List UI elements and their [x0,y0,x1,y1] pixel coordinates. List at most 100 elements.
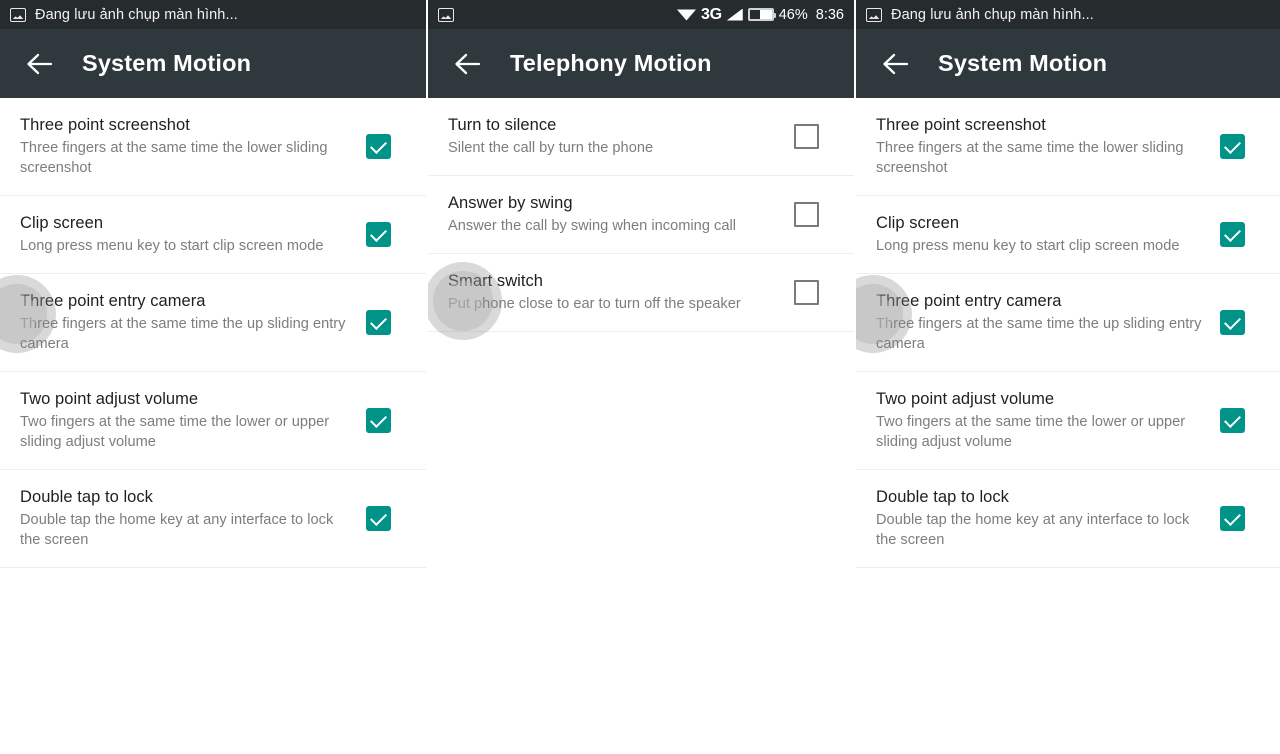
checkbox-checked[interactable] [365,506,391,531]
settings-row-texts: Turn to silence Silent the call by turn t… [448,100,778,173]
status-bar-left: Đang lưu ảnh chụp màn hình... [866,7,1270,23]
settings-row-title: Turn to silence [448,116,557,134]
settings-row-title: Three point screenshot [876,116,1046,134]
settings-row-texts: Double tap to lock Double tap the home ke… [20,472,350,565]
settings-row-description: Three fingers at the same time the lower… [20,140,328,176]
settings-row-title: Double tap to lock [20,488,153,506]
panel-middle: 3G 46% 8:36 Telephony Motion Turn to silence… [428,0,854,754]
settings-row-description: Answer the call by swing when incoming c… [448,218,737,234]
settings-row-texts: Clip screen Long press menu key to start … [20,198,350,271]
settings-row-description: Double tap the home key at any interface… [20,512,334,548]
panel-left: Đang lưu ảnh chụp màn hình... System Moti… [0,0,426,754]
settings-row-title: Answer by swing [448,194,573,212]
checkbox-checked[interactable] [365,134,391,159]
checkbox-unchecked[interactable] [793,124,819,149]
settings-row-texts: Three point entry camera Three fingers at… [20,276,350,369]
back-button[interactable] [878,47,912,81]
checkbox-container [350,134,406,159]
settings-list: Three point screenshot Three fingers at t… [856,98,1280,754]
panel-right: Đang lưu ảnh chụp màn hình... System Moti… [856,0,1280,754]
settings-row[interactable]: Two point adjust volume Two fingers at th… [0,372,426,470]
page-title: Telephony Motion [510,50,712,76]
settings-row-description: Two fingers at the same time the lower o… [876,414,1186,450]
status-bar: Đang lưu ảnh chụp màn hình... [856,0,1280,29]
settings-row[interactable]: Clip screen Long press menu key to start … [0,196,426,274]
back-button[interactable] [22,47,56,81]
app-bar: System Motion [856,29,1280,98]
status-bar: Đang lưu ảnh chụp màn hình... [0,0,426,29]
settings-row-texts: Clip screen Long press menu key to start … [876,198,1204,271]
settings-row-description: Two fingers at the same time the lower o… [20,414,330,450]
checkbox-container [1204,134,1260,159]
settings-row[interactable]: Clip screen Long press menu key to start … [856,196,1280,274]
settings-row-title: Two point adjust volume [20,390,199,408]
settings-row[interactable]: Two point adjust volume Two fingers at th… [856,372,1280,470]
back-button[interactable] [450,47,484,81]
network-type-label: 3G [700,5,722,23]
settings-row[interactable]: Double tap to lock Double tap the home ke… [856,470,1280,568]
wifi-icon [677,8,696,22]
settings-row-title: Two point adjust volume [876,390,1055,408]
checkbox-checked[interactable] [365,408,391,433]
page-title: System Motion [938,50,1108,76]
checkbox-container [350,506,406,531]
settings-row-texts: Two point adjust volume Two fingers at th… [876,374,1204,467]
settings-row-description: Three fingers at the same time the lower… [876,140,1184,176]
settings-row-description: Long press menu key to start clip screen… [876,238,1180,254]
settings-row-texts: Three point entry camera Three fingers at… [876,276,1204,369]
checkbox-container [1204,408,1260,433]
checkbox-container [778,124,834,149]
checkbox-container [350,222,406,247]
image-icon [438,7,454,22]
settings-row-texts: Two point adjust volume Two fingers at th… [20,374,350,467]
checkbox-checked[interactable] [365,222,391,247]
checkbox-unchecked[interactable] [793,202,819,227]
settings-row[interactable]: Answer by swing Answer the call by swing … [428,176,854,254]
checkbox-unchecked[interactable] [793,280,819,305]
settings-row-texts: Double tap to lock Double tap the home ke… [876,472,1204,565]
settings-row[interactable]: Three point screenshot Three fingers at t… [0,98,426,196]
multi-panel-screenshot: Đang lưu ảnh chụp màn hình... System Moti… [0,0,1280,754]
settings-row-title: Smart switch [448,272,544,290]
image-icon [10,7,26,22]
settings-row-description: Three fingers at the same time the up sl… [20,316,346,352]
status-bar-indicators: 3G 46% 8:36 [677,6,844,24]
checkbox-checked[interactable] [1219,310,1245,335]
settings-list: Three point screenshot Three fingers at t… [0,98,426,754]
settings-row[interactable]: Double tap to lock Double tap the home ke… [0,470,426,568]
checkbox-checked[interactable] [1219,134,1245,159]
settings-row-title: Three point entry camera [876,292,1062,310]
settings-list: Turn to silence Silent the call by turn t… [428,98,854,754]
image-icon [866,7,882,22]
settings-row[interactable]: Three point entry camera Three fingers at… [0,274,426,372]
signal-bars-icon [727,8,743,22]
settings-row-description: Long press menu key to start clip screen… [20,238,324,254]
checkbox-container [350,310,406,335]
checkbox-container [1204,222,1260,247]
checkbox-container [778,280,834,305]
app-bar: System Motion [0,29,426,98]
battery-percent-label: 46% [778,6,808,23]
settings-row[interactable]: Three point entry camera Three fingers at… [856,274,1280,372]
checkbox-checked[interactable] [365,310,391,335]
app-bar: Telephony Motion [428,29,854,98]
checkbox-checked[interactable] [1219,408,1245,433]
settings-row[interactable]: Three point screenshot Three fingers at t… [856,98,1280,196]
settings-row-title: Three point screenshot [20,116,190,134]
status-bar: 3G 46% 8:36 [428,0,854,29]
checkbox-checked[interactable] [1219,506,1245,531]
settings-row-description: Put phone close to ear to turn off the s… [448,296,741,312]
settings-row-description: Silent the call by turn the phone [448,140,654,156]
settings-row-description: Double tap the home key at any interface… [876,512,1190,548]
notification-text: Đang lưu ảnh chụp màn hình... [891,6,1094,23]
settings-row[interactable]: Turn to silence Silent the call by turn t… [428,98,854,176]
settings-row-title: Clip screen [876,214,960,232]
settings-row-texts: Three point screenshot Three fingers at t… [20,100,350,193]
checkbox-checked[interactable] [1219,222,1245,247]
settings-row[interactable]: Smart switch Put phone close to ear to tu… [428,254,854,332]
checkbox-container [1204,310,1260,335]
checkbox-container [1204,506,1260,531]
checkbox-container [350,408,406,433]
checkbox-container [778,202,834,227]
settings-row-title: Double tap to lock [876,488,1009,506]
